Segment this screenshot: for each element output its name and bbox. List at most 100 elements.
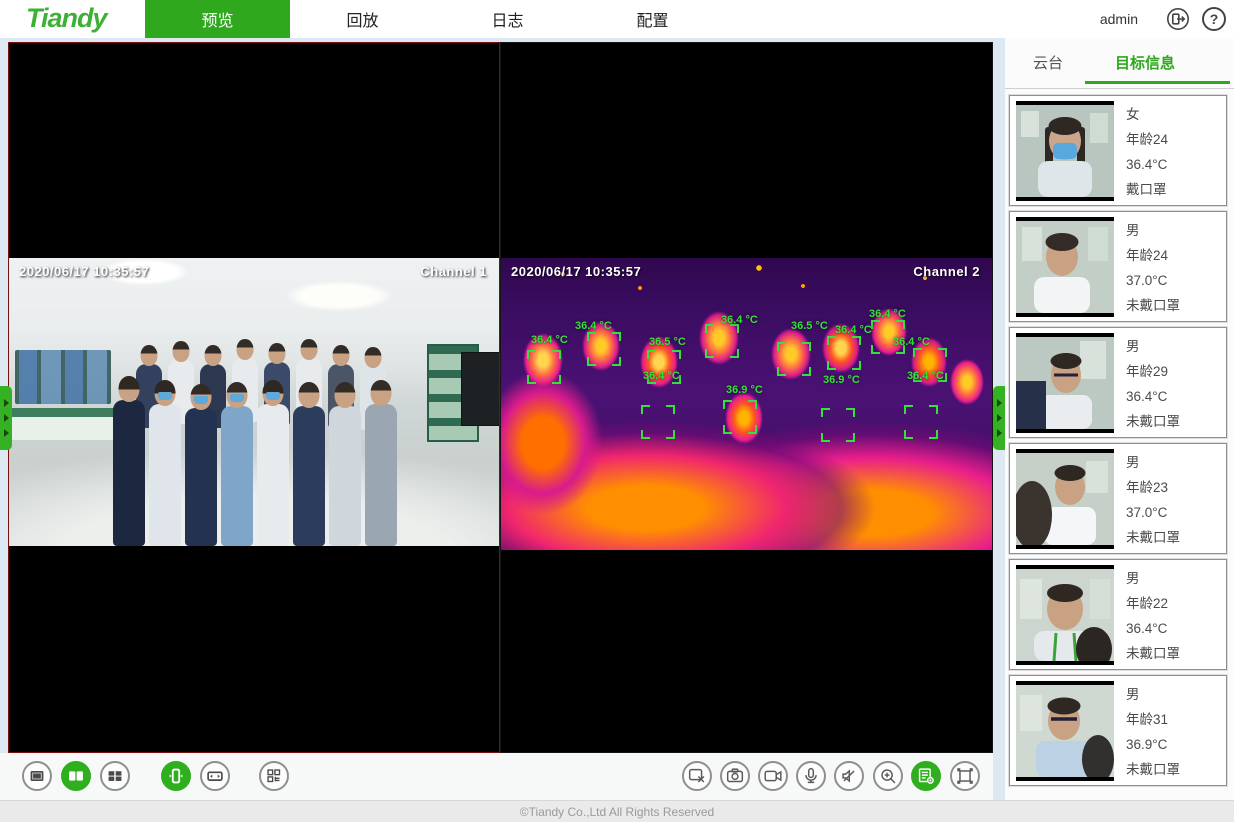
target-card[interactable]: 男 年龄31 36.9°C 未戴口罩 xyxy=(1009,675,1227,786)
face-bracket xyxy=(904,405,938,439)
face-bracket xyxy=(777,342,811,376)
record-button[interactable] xyxy=(758,761,788,791)
showroom-screen-wall xyxy=(15,350,111,404)
target-card[interactable]: 男 年龄22 36.4°C 未戴口罩 xyxy=(1009,559,1227,670)
logout-icon[interactable] xyxy=(1166,7,1190,31)
person-figure xyxy=(149,404,181,546)
video-pane-channel-1[interactable]: 2020/06/17 10:35:57 Channel 1 xyxy=(8,42,500,753)
face-bracket xyxy=(827,336,861,370)
target-gender: 男 xyxy=(1126,682,1180,707)
active-tab-underline xyxy=(1085,81,1230,84)
tab-config[interactable]: 配置 xyxy=(580,0,725,38)
mute-button[interactable] xyxy=(834,761,864,791)
username-label: admin xyxy=(1100,0,1138,38)
target-mask-status: 戴口罩 xyxy=(1126,177,1168,202)
target-list-button[interactable] xyxy=(911,761,941,791)
target-temperature: 36.4°C xyxy=(1126,384,1180,409)
channel2-timestamp: 2020/06/17 10:35:57 xyxy=(511,264,641,279)
layout-picker-button[interactable] xyxy=(259,761,289,791)
person-figure xyxy=(329,406,361,546)
collapse-arrow-icon xyxy=(997,399,1002,407)
tab-log[interactable]: 日志 xyxy=(435,0,580,38)
target-gender: 男 xyxy=(1126,218,1180,243)
target-mask-status: 未戴口罩 xyxy=(1126,641,1180,666)
copyright-text: ©Tiandy Co.,Ltd All Rights Reserved xyxy=(520,805,714,819)
quad-view-button[interactable] xyxy=(100,761,130,791)
target-info: 男 年龄24 37.0°C 未戴口罩 xyxy=(1126,218,1180,318)
thermal-temp-label: 36.4 °C xyxy=(531,334,568,346)
target-info: 男 年龄31 36.9°C 未戴口罩 xyxy=(1126,682,1180,782)
target-thumbnail xyxy=(1016,565,1114,665)
channel2-thermal-content: 36.4 °C 36.4 °C 36.5 °C 36.4 °C 36.5 °C … xyxy=(501,258,992,550)
tiandy-logo: Tiandy xyxy=(26,3,107,34)
left-panel-collapse-handle[interactable] xyxy=(0,386,12,450)
target-card[interactable]: 女 年龄24 36.4°C 戴口罩 xyxy=(1009,95,1227,206)
single-view-button[interactable] xyxy=(22,761,52,791)
portrait-stream-button[interactable] xyxy=(161,761,191,791)
target-card-list: 女 年龄24 36.4°C 戴口罩 男 年龄24 37.0°C 未戴口罩 xyxy=(1009,95,1227,791)
thermal-temp-label: 36.9 °C xyxy=(823,374,860,386)
target-mask-status: 未戴口罩 xyxy=(1126,757,1180,782)
target-card[interactable]: 男 年龄23 37.0°C 未戴口罩 xyxy=(1009,443,1227,554)
fullscreen-button[interactable] xyxy=(950,761,980,791)
talk-button[interactable] xyxy=(796,761,826,791)
target-age: 年龄24 xyxy=(1126,127,1168,152)
tab-playback[interactable]: 回放 xyxy=(290,0,435,38)
channel1-video-content: 2020/06/17 10:35:57 Channel 1 xyxy=(9,258,499,546)
thermal-temp-label: 36.4 °C xyxy=(907,370,944,382)
face-bracket xyxy=(705,324,739,358)
person-figure xyxy=(257,404,289,546)
person-figure xyxy=(293,406,325,546)
target-thumbnail xyxy=(1016,333,1114,433)
thermal-temp-label: 36.9 °C xyxy=(726,384,763,396)
video-pane-channel-2[interactable]: 36.4 °C 36.4 °C 36.5 °C 36.4 °C 36.5 °C … xyxy=(500,42,993,753)
help-icon[interactable]: ? xyxy=(1202,7,1226,31)
snapshot-button[interactable] xyxy=(720,761,750,791)
close-all-button[interactable] xyxy=(682,761,712,791)
main-nav: 预览 回放 日志 配置 xyxy=(145,0,725,38)
face-bracket xyxy=(587,332,621,366)
target-thumbnail xyxy=(1016,217,1114,317)
target-temperature: 37.0°C xyxy=(1126,268,1180,293)
person-figure xyxy=(221,406,253,546)
showroom-counter xyxy=(9,408,125,440)
target-temperature: 36.9°C xyxy=(1126,732,1180,757)
target-temperature: 36.4°C xyxy=(1126,616,1180,641)
right-sidebar: 云台 目标信息 女 年龄24 36.4°C 戴口罩 xyxy=(1005,38,1234,800)
face-bracket xyxy=(641,405,675,439)
thermal-temp-label: 36.4 °C xyxy=(893,336,930,348)
target-mask-status: 未戴口罩 xyxy=(1126,525,1180,550)
collapse-arrow-icon xyxy=(997,429,1002,437)
tiandy-web-client: Tiandy 预览 回放 日志 配置 admin ? xyxy=(0,0,1234,822)
target-age: 年龄31 xyxy=(1126,707,1180,732)
thermal-temp-label: 36.4 °C xyxy=(575,320,612,332)
target-card[interactable]: 男 年龄29 36.4°C 未戴口罩 xyxy=(1009,327,1227,438)
thermal-temp-label: 36.4 °C xyxy=(835,324,872,336)
dual-view-button[interactable] xyxy=(61,761,91,791)
sidebar-tabs: 云台 目标信息 xyxy=(1005,38,1234,89)
thermal-temp-label: 36.5 °C xyxy=(791,320,828,332)
target-gender: 男 xyxy=(1126,334,1180,359)
target-card[interactable]: 男 年龄24 37.0°C 未戴口罩 xyxy=(1009,211,1227,322)
thermal-temp-label: 36.4 °C xyxy=(721,314,758,326)
channel2-label: Channel 2 xyxy=(913,264,980,279)
channel1-label: Channel 1 xyxy=(420,264,487,279)
face-bracket xyxy=(723,400,757,434)
bottom-toolbar xyxy=(0,753,993,800)
right-panel-collapse-handle[interactable] xyxy=(993,386,1005,450)
target-age: 年龄24 xyxy=(1126,243,1180,268)
tab-ptz[interactable]: 云台 xyxy=(1033,52,1063,73)
landscape-stream-button[interactable] xyxy=(200,761,230,791)
person-figure xyxy=(185,408,217,546)
target-info: 男 年龄23 37.0°C 未戴口罩 xyxy=(1126,450,1180,550)
target-info: 男 年龄22 36.4°C 未戴口罩 xyxy=(1126,566,1180,666)
target-gender: 男 xyxy=(1126,566,1180,591)
collapse-arrow-icon xyxy=(997,414,1002,422)
video-grid: 2020/06/17 10:35:57 Channel 1 xyxy=(8,42,993,753)
tab-target-info[interactable]: 目标信息 xyxy=(1115,52,1175,73)
collapse-arrow-icon xyxy=(4,414,9,422)
thermal-temp-label: 36.4 °C xyxy=(869,308,906,320)
digital-zoom-button[interactable] xyxy=(873,761,903,791)
tab-preview[interactable]: 预览 xyxy=(145,0,290,38)
thermal-temp-label: 36.4 °C xyxy=(643,370,680,382)
